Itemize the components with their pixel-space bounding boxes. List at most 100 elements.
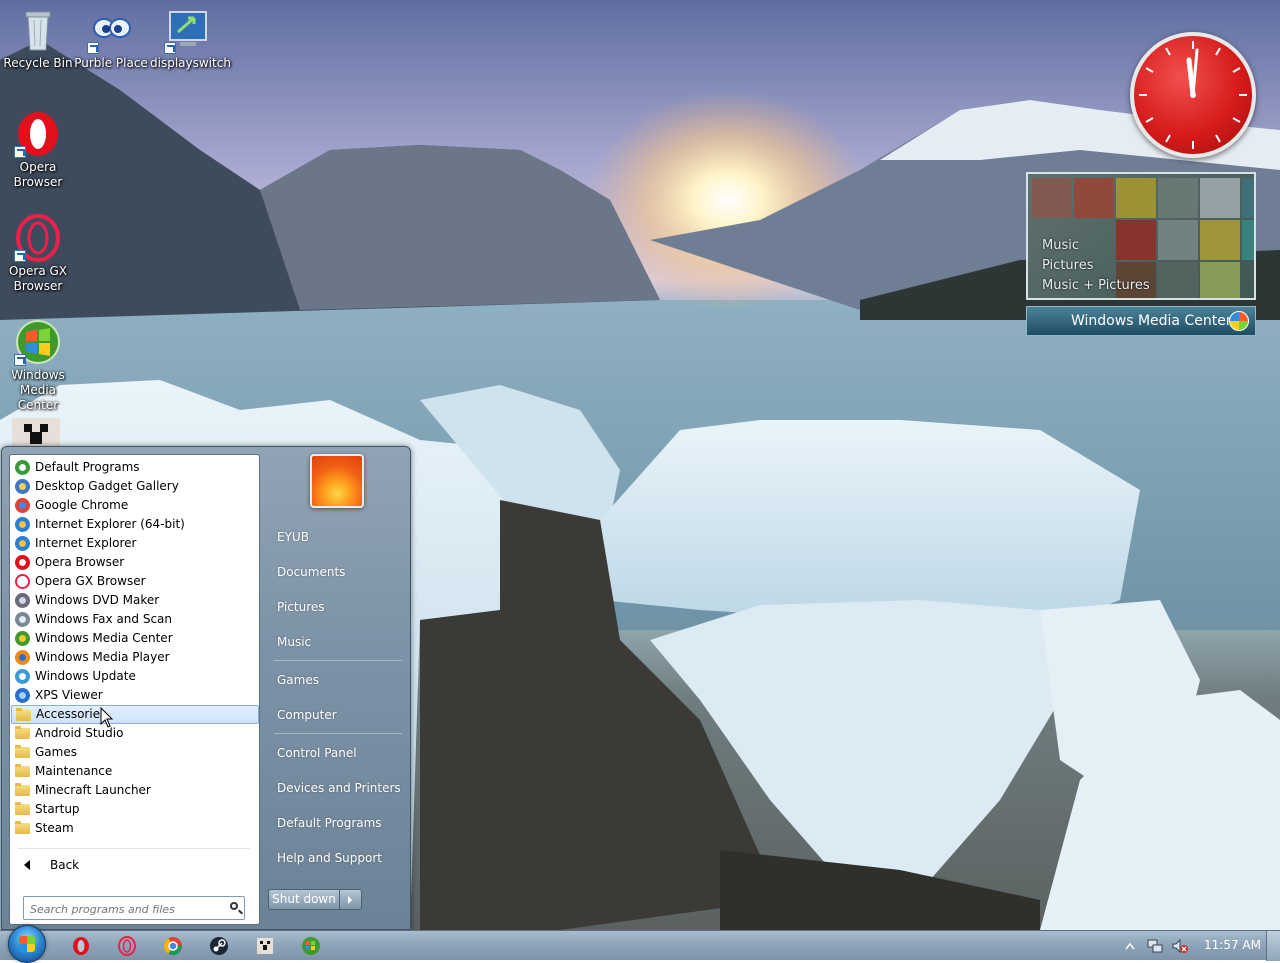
network-icon[interactable] [1147,938,1163,954]
desktop-icon-label: Purble Place [74,56,148,70]
media-player-icon [15,650,30,665]
desktop-icon-displayswitch[interactable]: displayswitch [150,6,231,71]
program-item-windows-media-player[interactable]: Windows Media Player [11,648,259,667]
program-item-opera-gx-browser[interactable]: Opera GX Browser [11,572,259,591]
program-item-maintenance[interactable]: Maintenance [11,762,259,781]
opera-gx-icon [118,936,136,956]
minecraft-desktop-icon[interactable] [12,418,60,448]
display-switch-icon [164,6,212,54]
program-label: Windows Media Center [35,631,173,645]
program-label: Maintenance [35,764,113,778]
chrome-icon [15,498,30,513]
folder-icon [15,726,30,739]
opera-icon [14,110,62,158]
start-link-games[interactable]: Games [277,670,319,690]
windows-update-icon [15,669,30,684]
shut-down-options-button[interactable] [340,889,362,910]
program-item-accessories[interactable]: Accessories [11,705,259,724]
program-label: Windows Media Player [35,650,170,664]
program-label: Startup [35,802,80,816]
program-item-games[interactable]: Games [11,743,259,762]
taskbar-clock[interactable]: 11:57 AM [1204,938,1261,952]
clock-gadget[interactable] [1130,32,1256,158]
start-link-user[interactable]: EYUB [277,527,309,547]
desktop-icon-recycle-bin[interactable]: Recycle Bin [0,6,76,71]
desktop-icon-windows-media-center[interactable]: Windows Media Center [0,318,76,413]
show-desktop-button[interactable] [1266,931,1280,961]
program-item-windows-fax-and-scan[interactable]: Windows Fax and Scan [11,610,259,629]
media-center-menu-pictures[interactable]: Pictures [1042,256,1150,276]
program-label: Windows Update [35,669,136,683]
program-item-default-programs[interactable]: Default Programs [11,458,259,477]
search-box[interactable] [23,896,245,920]
chrome-icon [164,937,182,956]
program-label: Games [35,745,77,759]
program-item-android-studio[interactable]: Android Studio [11,724,259,743]
media-center-tiles[interactable]: Music Pictures Music + Pictures [1026,172,1256,300]
taskbar-steam[interactable] [208,935,230,957]
program-label: Desktop Gadget Gallery [35,479,179,493]
windows-logo-icon [19,936,35,952]
program-item-desktop-gadget-gallery[interactable]: Desktop Gadget Gallery [11,477,259,496]
taskbar-windows-media-center[interactable] [300,935,322,957]
xps-viewer-icon [15,688,30,703]
desktop-icon-label: Opera Browser [13,160,63,189]
media-center-title-bar[interactable]: Windows Media Center [1026,306,1256,336]
windows-media-center-icon [14,318,62,366]
taskbar-chrome[interactable] [162,935,184,957]
program-label: Opera Browser [35,555,125,569]
start-link-documents[interactable]: Documents [277,562,345,582]
user-picture[interactable] [310,454,364,508]
shortcut-arrow-icon [14,354,26,366]
media-center-menu-music[interactable]: Music [1042,236,1150,256]
windows-media-center-icon [302,937,320,955]
program-item-windows-media-center[interactable]: Windows Media Center [11,629,259,648]
shut-down-button[interactable]: Shut down [268,889,340,910]
start-link-help-support[interactable]: Help and Support [277,848,382,868]
back-button[interactable]: Back [24,855,79,875]
start-button[interactable] [8,925,46,963]
program-label: Google Chrome [35,498,129,512]
program-item-internet-explorer-64-bit[interactable]: Internet Explorer (64-bit) [11,515,259,534]
desktop-icon-purble-place[interactable]: Purble Place [73,6,149,71]
media-center-menu-music-pictures[interactable]: Music + Pictures [1042,276,1150,296]
program-item-internet-explorer[interactable]: Internet Explorer [11,534,259,553]
program-item-minecraft-launcher[interactable]: Minecraft Launcher [11,781,259,800]
taskbar-minecraft[interactable] [254,935,276,957]
folder-icon [15,802,30,815]
program-item-steam[interactable]: Steam [11,819,259,838]
taskbar-opera-gx[interactable] [116,935,138,957]
desktop-icon-opera[interactable]: Opera Browser [0,110,76,190]
start-link-music[interactable]: Music [277,632,311,652]
volume-muted-icon[interactable] [1172,938,1188,954]
opera-icon [73,937,89,955]
opera-icon [15,555,30,570]
folder-icon [15,783,30,796]
program-label: Opera GX Browser [35,574,146,588]
search-icon[interactable] [230,902,238,910]
start-link-devices-printers[interactable]: Devices and Printers [277,778,401,798]
show-hidden-icons-chevron-icon[interactable] [1125,942,1135,950]
media-center-title: Windows Media Center [1071,313,1232,329]
program-item-xps-viewer[interactable]: XPS Viewer [11,686,259,705]
desktop-icon-opera-gx[interactable]: Opera GX Browser [0,214,76,294]
program-item-startup[interactable]: Startup [11,800,259,819]
right-separator [274,733,402,734]
start-link-default-programs[interactable]: Default Programs [277,813,382,833]
windows-media-center-icon [15,631,30,646]
program-item-opera-browser[interactable]: Opera Browser [11,553,259,572]
purble-place-icon [87,6,135,54]
program-item-windows-update[interactable]: Windows Update [11,667,259,686]
start-link-computer[interactable]: Computer [277,705,337,725]
program-item-google-chrome[interactable]: Google Chrome [11,496,259,515]
program-label: Internet Explorer (64-bit) [35,517,185,531]
shortcut-arrow-icon [164,42,176,54]
taskbar-opera[interactable] [70,935,92,957]
start-link-pictures[interactable]: Pictures [277,597,325,617]
program-item-windows-dvd-maker[interactable]: Windows DVD Maker [11,591,259,610]
search-input[interactable] [28,899,222,919]
start-menu-programs-pane: Default Programs Desktop Gadget Gallery Go… [9,454,260,925]
media-center-gadget[interactable]: Music Pictures Music + Pictures Windows … [1026,172,1256,336]
start-link-control-panel[interactable]: Control Panel [277,743,357,763]
back-arrow-icon [24,860,30,870]
